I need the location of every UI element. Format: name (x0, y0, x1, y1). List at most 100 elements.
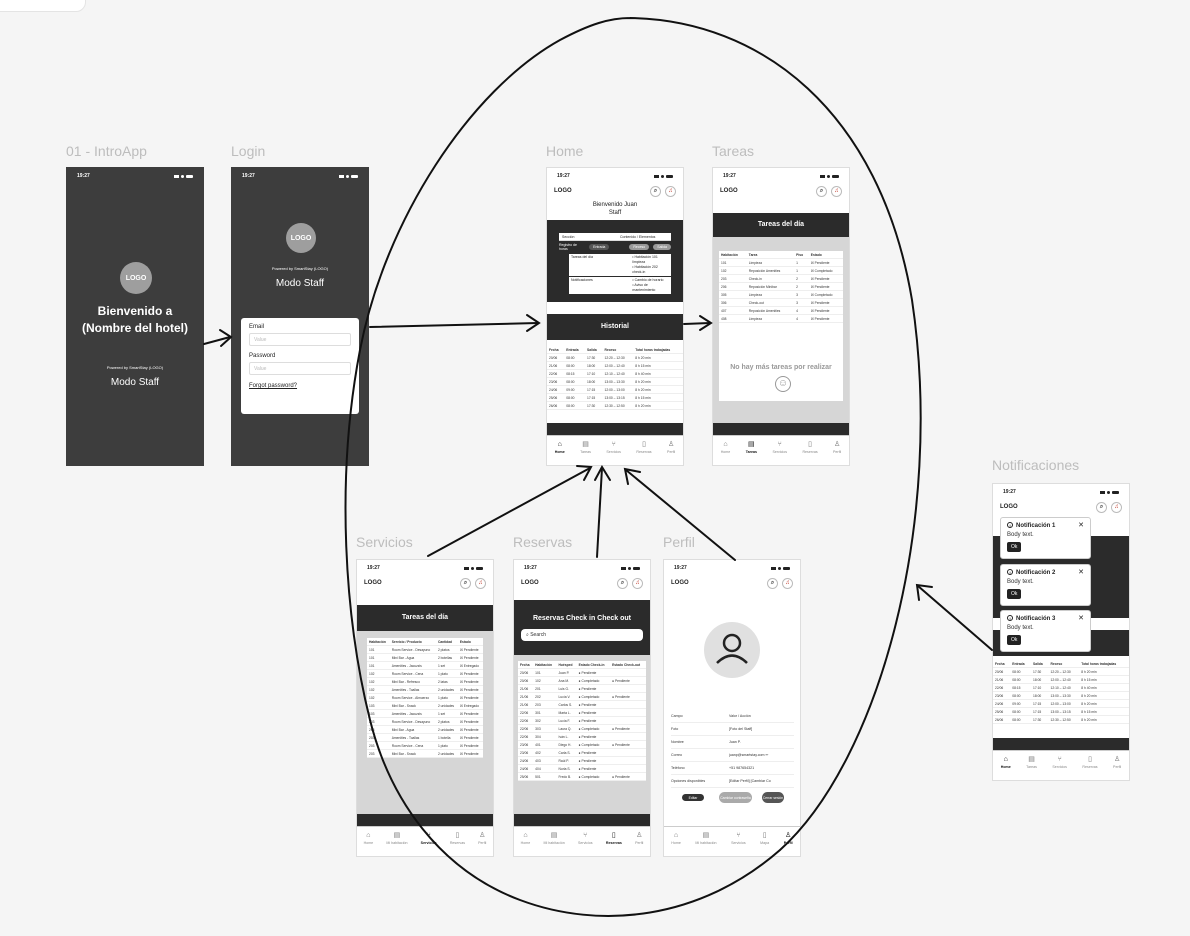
bell-icon[interactable]: ♫ (665, 185, 676, 197)
forgot-password-link[interactable]: Forgot password? (249, 383, 351, 389)
app-header: LOGO ⌕ ♫ (713, 184, 849, 198)
label-notificaciones: Notificaciones (992, 457, 1080, 473)
table-cell: ☒ Pendiente (457, 749, 483, 758)
ok-button[interactable]: Ok (1007, 589, 1022, 599)
bottom-nav: ⌂ Home ▤ Tareas ⑂ Servicios ▯ Reservas ♙ Perf… (547, 435, 683, 465)
table-cell: 302 (533, 716, 557, 725)
nav-home[interactable]: ⌂ Home (521, 832, 531, 845)
status-bar: 19:27 (67, 168, 203, 184)
close-icon[interactable]: ✕ (1078, 568, 1084, 576)
nav-reservas[interactable]: ▯ Reservas (802, 441, 817, 454)
table-row: 206 Reposición Minibar 2 ☒ Pendiente (719, 282, 843, 291)
notification-card[interactable]: i Notificación 3 Body text. Ok ✕ (1000, 610, 1091, 652)
nav-mi-habitacion[interactable]: ▤ Mi habitación (544, 832, 565, 845)
salida-button[interactable]: Salida (653, 244, 671, 250)
password-field[interactable]: Value (249, 362, 351, 375)
table-cell: 21/06 (518, 684, 534, 693)
nav-tareas[interactable]: ▤ Tareas (1026, 756, 1037, 769)
nav-servicios[interactable]: ⑂ Servicios (731, 832, 746, 845)
search-icon[interactable]: ⌕ (816, 185, 827, 197)
home-icon: ⌂ (557, 441, 562, 448)
nav-mi-habitacion[interactable]: ▤ Mi habitación (695, 832, 716, 845)
email-field[interactable]: Value (249, 333, 351, 346)
nav-reservas[interactable]: ▯ Reservas (1082, 756, 1097, 769)
table-cell: Reposición Amenities (746, 266, 795, 275)
nav-servicios[interactable]: ⑂ Servicios (606, 441, 621, 454)
table-cell: 08:00 (564, 401, 585, 410)
ok-button[interactable]: Ok (1007, 635, 1022, 645)
nav-servicios[interactable]: ⑂ Servicios (1052, 756, 1067, 769)
nav-perfil[interactable]: ♙ Perfil (478, 832, 486, 845)
nav-perfil[interactable]: ♙ Perfil (635, 832, 643, 845)
table-cell: Room Service - Cena (389, 669, 436, 678)
nav-top-bar (713, 423, 849, 435)
nav-mapa[interactable]: ▯ Mapa (760, 832, 769, 845)
nav-reservas[interactable]: ▯ Reservas (606, 832, 622, 845)
table-cell: 8 h 15 min (1079, 675, 1129, 684)
notification-card[interactable]: i Notificación 2 Body text. Ok ✕ (1000, 564, 1091, 606)
search-icon[interactable]: ⌕ (460, 577, 471, 589)
table-cell: 4 (794, 306, 809, 315)
search-icon[interactable]: ⌕ (1096, 501, 1107, 513)
nav-home[interactable]: ⌂ Home (721, 441, 731, 454)
search-icon[interactable]: ⌕ (617, 577, 628, 589)
nav-mi-habitacion[interactable]: ▤ Mi habitación (386, 832, 407, 845)
table-cell: ● Pendiente (576, 732, 611, 741)
close-icon[interactable]: ✕ (1078, 521, 1084, 529)
table-cell: 18:00 (585, 361, 603, 370)
bell-icon[interactable]: ♫ (1111, 501, 1122, 513)
column-header: Receso (1048, 660, 1080, 668)
table-row: 306 Check-out 3 ☒ Pendiente (719, 298, 843, 307)
nav-home[interactable]: ⌂ Home (1001, 756, 1011, 769)
table-cell: 17:15 (1031, 707, 1049, 716)
nav-servicios[interactable]: ⑂ Servicios (772, 441, 787, 454)
table-cell: 26/06 (993, 715, 1011, 724)
nav-tareas[interactable]: ▤ Tareas (746, 441, 757, 454)
nav-tareas[interactable]: ▤ Tareas (580, 441, 591, 454)
nav-perfil[interactable]: ♙ Perfil (667, 441, 675, 454)
bell-icon[interactable]: ♫ (475, 577, 486, 589)
table-cell: 102 (719, 266, 747, 275)
cambiar-password-button[interactable]: Cambiar contraseña (719, 792, 752, 803)
table-cell: 08:00 (1010, 707, 1031, 716)
nav-home[interactable]: ⌂ Home (555, 441, 565, 454)
entrada-button[interactable]: Entrada (589, 244, 610, 250)
search-icon[interactable]: ⌕ (767, 577, 778, 589)
table-cell: 102 (367, 685, 390, 694)
table-cell: 404 (533, 764, 557, 773)
table-cell: 09:00 (1010, 699, 1031, 708)
notification-card[interactable]: i Notificación 1 Body text. Ok ✕ (1000, 517, 1091, 559)
close-icon[interactable]: ✕ (1078, 614, 1084, 622)
table-row: 25/06 08:00 17:15 13:00 – 13:15 8 h 15 min (547, 393, 683, 402)
nav-reservas[interactable]: ▯ Reservas (450, 832, 465, 845)
nav-perfil[interactable]: ♙ Perfil (784, 832, 793, 845)
table-cell: 2 unidades (435, 749, 458, 758)
map-icon: ▯ (808, 441, 812, 448)
nav-home[interactable]: ⌂ Home (671, 832, 681, 845)
table-cell: 102 (533, 676, 557, 685)
search-icon[interactable]: ⌕ (650, 185, 661, 197)
nav-perfil[interactable]: ♙ Perfil (1113, 756, 1121, 769)
nav-servicios[interactable]: ⑂ Servicios (421, 832, 437, 845)
nav-perfil[interactable]: ♙ Perfil (833, 441, 841, 454)
table-cell: 203 (367, 741, 390, 750)
bell-icon[interactable]: ♫ (782, 577, 793, 589)
table-cell: 3 (794, 298, 809, 307)
user-icon: ♙ (636, 832, 643, 839)
search-input[interactable]: ⌕ Search (521, 629, 643, 641)
table-cell: 8 h 40 min (1079, 683, 1129, 692)
table-cell: 12:10 – 12:40 (1048, 683, 1080, 692)
nav-servicios[interactable]: ⑂ Servicios (578, 832, 593, 845)
bell-icon[interactable]: ♫ (831, 185, 842, 197)
nav-home[interactable]: ⌂ Home (364, 832, 374, 845)
receso-button[interactable]: Receso (629, 244, 650, 250)
nav-reservas[interactable]: ▯ Reservas (636, 441, 651, 454)
editar-button[interactable]: Editar (682, 794, 704, 801)
table-cell: 8 h 20 min (1079, 667, 1129, 676)
table-row: 101 Room Service - Desayuno 2 platos ☒ Pend… (367, 645, 483, 654)
bell-icon[interactable]: ♫ (632, 577, 643, 589)
table-row: 22/06 301 Marta L. ● Pendiente (518, 708, 646, 717)
cerrar-sesion-button[interactable]: Cerrar sesión (762, 792, 784, 803)
services-icon: ⑂ (611, 441, 616, 448)
ok-button[interactable]: Ok (1007, 542, 1022, 552)
